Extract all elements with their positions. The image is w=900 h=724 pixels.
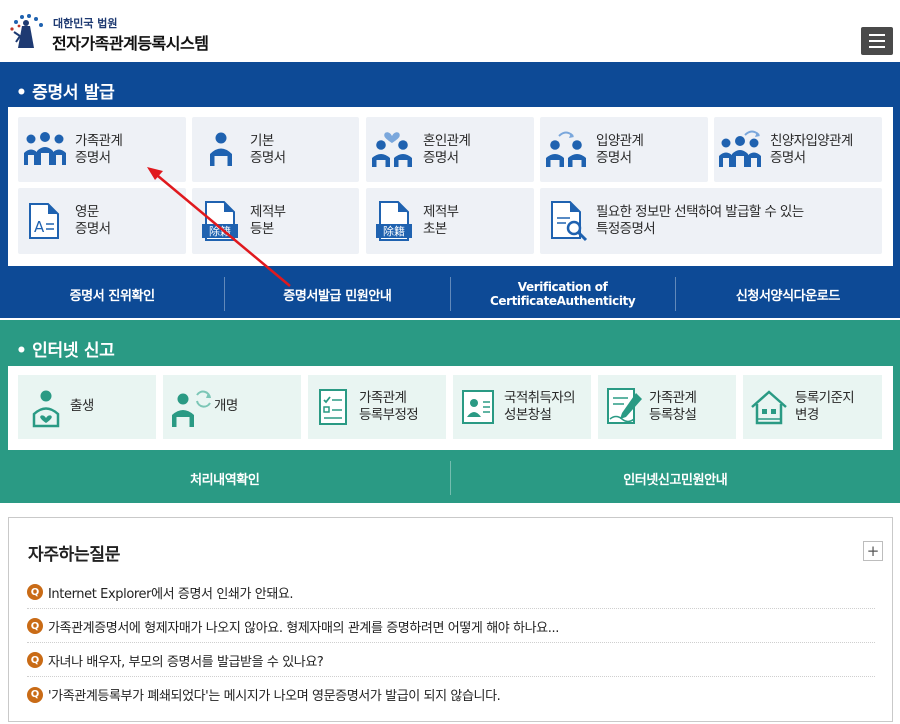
faq-item[interactable]: Q 자녀나 배우자, 부모의 증명서를 발급받을 수 있나요? <box>27 644 875 677</box>
card-specific-cert[interactable]: 필요한 정보만 선택하여 발급할 수 있는 특정증명서 <box>540 188 882 254</box>
certificate-section: • 증명서 발급 가족관계 증명서 기본 증명서 혼인관계 증명서 입양관계 증… <box>0 62 900 318</box>
menu-bar <box>869 46 885 48</box>
card-marriage-cert[interactable]: 혼인관계 증명서 <box>366 117 534 182</box>
card-label: 영문 증명서 <box>75 204 111 237</box>
card-label: 가족관계 등록창설 <box>649 390 697 423</box>
faq-item[interactable]: Q '가족관계등록부가 폐쇄되었다'는 메시지가 나오며 영문증명서가 발급이 … <box>27 678 875 711</box>
card-birth-report[interactable]: 출생 <box>18 375 156 439</box>
certificate-card-panel: 가족관계 증명서 기본 증명서 혼인관계 증명서 입양관계 증명서 친양자입양관… <box>8 107 893 266</box>
birth-icon <box>32 390 60 428</box>
org-name: 대한민국 법원 <box>53 17 118 30</box>
house-icon <box>751 390 787 425</box>
menu-bar <box>869 34 885 36</box>
english-document-icon: A <box>29 203 59 239</box>
card-label: 국적취득자의 성본창설 <box>504 390 576 423</box>
faq-item[interactable]: Q Internet Explorer에서 증명서 인쇄가 안돼요. <box>27 576 875 609</box>
card-full-adoption-cert[interactable]: 친양자입양관계 증명서 <box>714 117 882 182</box>
faq-question: 가족관계증명서에 형제자매가 나오지 않아요. 형제자매의 관계를 증명하려면 … <box>48 620 559 636</box>
card-label: 필요한 정보만 선택하여 발급할 수 있는 특정증명서 <box>596 204 804 237</box>
faq-question: 자녀나 배우자, 부모의 증명서를 발급받을 수 있나요? <box>48 654 324 670</box>
card-removed-register-copy[interactable]: 除籍 제적부 등본 <box>192 188 359 254</box>
system-name[interactable]: 전자가족관계등록시스템 <box>52 30 209 54</box>
family-adoption-icon <box>719 130 761 167</box>
faq-title: 자주하는질문 <box>28 545 121 565</box>
q-badge-icon: Q <box>27 584 43 600</box>
family-icon <box>24 132 66 165</box>
document-search-icon <box>551 201 588 242</box>
certificate-section-title: • 증명서 발급 <box>16 83 115 103</box>
q-badge-icon: Q <box>27 618 43 634</box>
couple-heart-icon <box>372 132 412 167</box>
link-download-forms[interactable]: 신청서양식다운로드 <box>676 285 900 304</box>
removed-badge: 除籍 <box>383 224 405 238</box>
certificate-link-bar: 증명서 진위확인 증명서발급 민원안내 Verification of Cert… <box>0 274 900 314</box>
person-icon <box>210 132 232 166</box>
rename-icon <box>172 390 211 427</box>
report-section-title: • 인터넷 신고 <box>16 341 115 361</box>
removed-register-icon: 除籍 <box>202 201 238 241</box>
card-basic-cert[interactable]: 기본 증명서 <box>192 117 359 182</box>
card-family-relation-cert[interactable]: 가족관계 증명서 <box>18 117 186 182</box>
link-certificate-guide[interactable]: 증명서발급 민원안내 <box>225 285 449 304</box>
faq-box: 자주하는질문 + Q Internet Explorer에서 증명서 인쇄가 안… <box>8 517 893 722</box>
card-surname-origin-creation[interactable]: 국적취득자의 성본창설 <box>453 375 591 439</box>
card-label: 등록기준지 변경 <box>795 390 855 423</box>
card-label: 가족관계 등록부정정 <box>359 390 419 423</box>
card-register-correction[interactable]: 가족관계 등록부정정 <box>308 375 446 439</box>
report-card-panel: 출생 개명 가족관계 등록부정정 국적취득자의 성본창설 가족관계 등록창설 등… <box>8 366 893 450</box>
report-link-bar: 처리내역확인 인터넷신고민원안내 <box>0 458 900 498</box>
link-process-history[interactable]: 처리내역확인 <box>0 469 450 488</box>
id-card-icon <box>462 390 494 424</box>
card-label: 가족관계 증명서 <box>75 133 123 166</box>
card-label: 혼인관계 증명서 <box>423 133 471 166</box>
card-label: 친양자입양관계 증명서 <box>770 133 853 166</box>
card-register-creation[interactable]: 가족관계 등록창설 <box>598 375 736 439</box>
link-verify-certificate[interactable]: 증명서 진위확인 <box>0 285 224 304</box>
removed-register-icon: 除籍 <box>376 201 412 241</box>
site-header: 대한민국 법원 전자가족관계등록시스템 <box>0 0 900 62</box>
removed-badge: 除籍 <box>209 224 231 238</box>
link-report-guide[interactable]: 인터넷신고민원안내 <box>451 469 900 488</box>
q-badge-icon: Q <box>27 686 43 703</box>
faq-question: '가족관계등록부가 폐쇄되었다'는 메시지가 나오며 영문증명서가 발급이 되지… <box>48 689 501 704</box>
menu-bar <box>869 40 885 42</box>
q-badge-icon: Q <box>27 652 43 668</box>
card-label: 제적부 초본 <box>423 204 459 237</box>
card-rename-report[interactable]: 개명 <box>163 375 301 439</box>
card-english-cert[interactable]: A 영문 증명서 <box>18 188 186 254</box>
link-verification-english[interactable]: Verification of CertificateAuthenticity <box>451 280 675 308</box>
card-adoption-cert[interactable]: 입양관계 증명서 <box>540 117 708 182</box>
internet-report-section: • 인터넷 신고 출생 개명 가족관계 등록부정정 국적취득자의 성본창설 가족… <box>0 320 900 503</box>
card-label: 출생 <box>70 398 94 414</box>
correction-form-icon <box>319 389 347 425</box>
english-badge: A <box>34 218 45 236</box>
card-label: 개명 <box>214 398 238 414</box>
card-base-address-change[interactable]: 등록기준지 변경 <box>743 375 882 439</box>
faq-more-button[interactable]: + <box>863 541 883 561</box>
hamburger-menu-button[interactable] <box>861 27 893 55</box>
faq-item[interactable]: Q 가족관계증명서에 형제자매가 나오지 않아요. 형제자매의 관계를 증명하려… <box>27 610 875 643</box>
card-removed-register-abstract[interactable]: 除籍 제적부 초본 <box>366 188 534 254</box>
card-label: 기본 증명서 <box>250 133 286 166</box>
adoption-icon <box>546 131 586 167</box>
card-label: 제적부 등본 <box>250 204 286 237</box>
faq-question: Internet Explorer에서 증명서 인쇄가 안돼요. <box>48 586 294 602</box>
card-label: 입양관계 증명서 <box>596 133 644 166</box>
register-create-icon <box>607 388 642 424</box>
court-logo-icon[interactable] <box>8 12 46 50</box>
